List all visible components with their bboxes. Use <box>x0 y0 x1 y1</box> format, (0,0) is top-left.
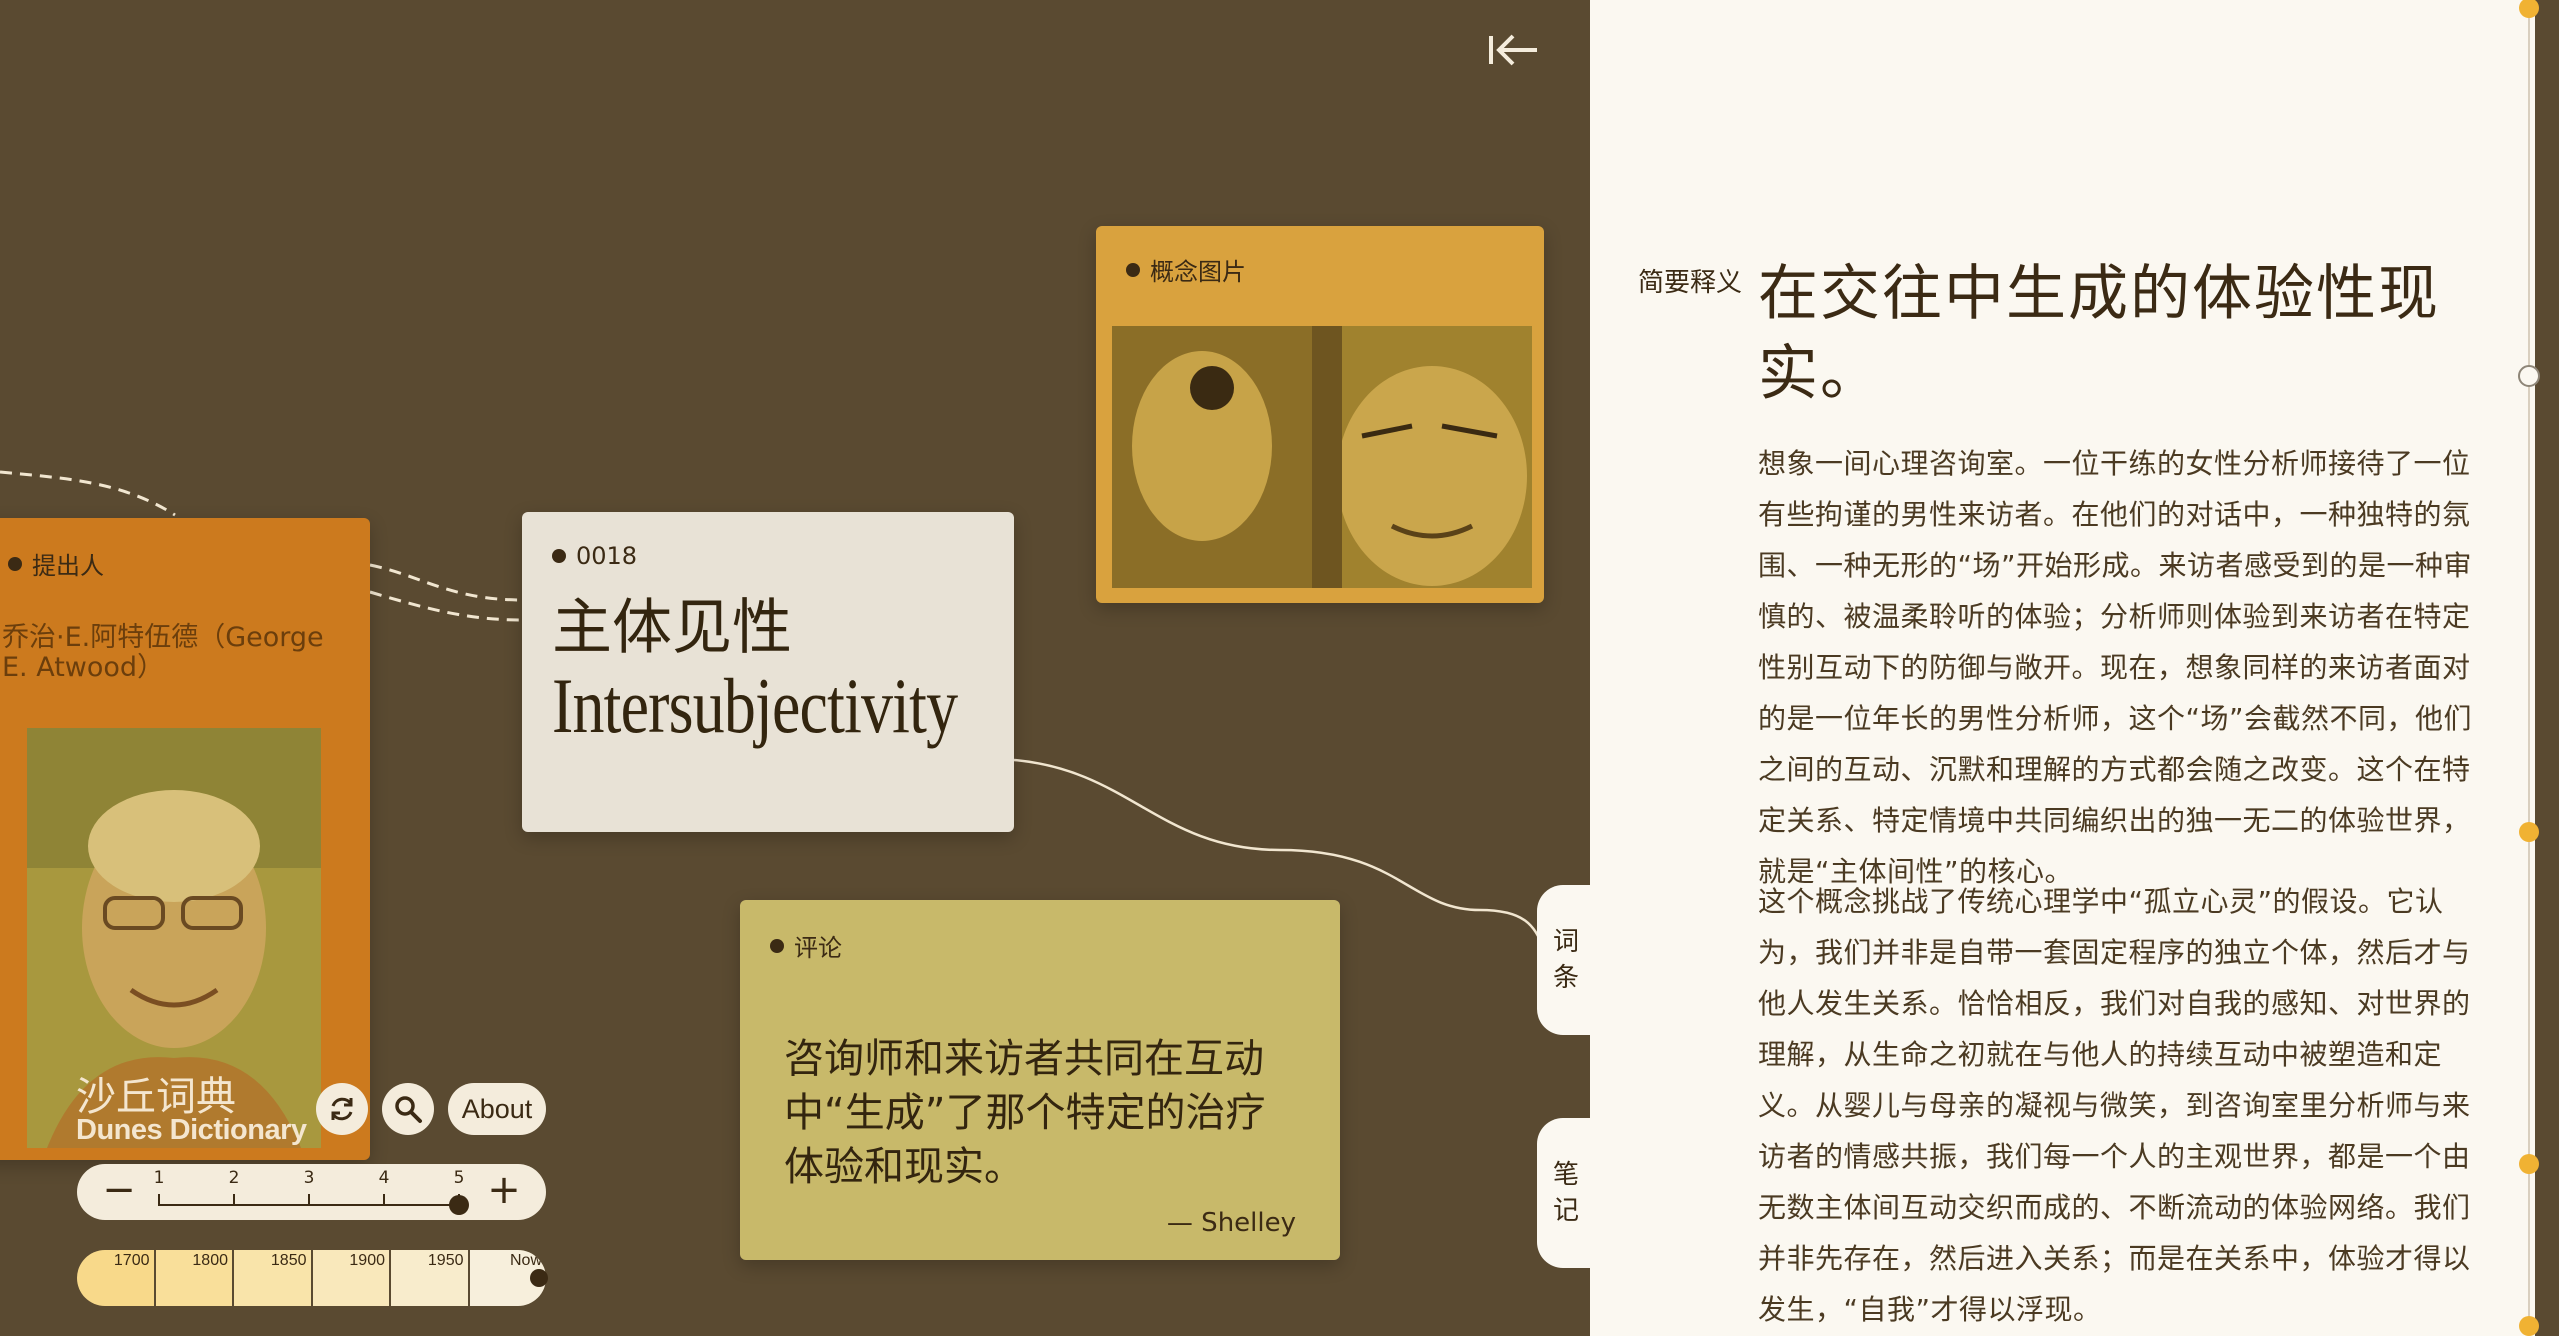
scroll-rail[interactable] <box>2528 0 2530 1336</box>
rail-marker[interactable] <box>2519 1154 2539 1174</box>
comment-author: — Shelley <box>1166 1208 1296 1238</box>
timeline-era-label: 1950 <box>427 1252 464 1269</box>
bullet-dot-icon <box>1126 262 1140 277</box>
card-tag-label: 概念图片 <box>1150 258 1246 286</box>
collapse-arrow-icon <box>1489 34 1537 66</box>
zoom-tick-label: 2 <box>228 1168 240 1188</box>
zoom-track[interactable]: 1 2 3 4 5 <box>154 1168 469 1215</box>
link-line-2 <box>369 563 523 602</box>
zoom-tick-label: 3 <box>303 1168 315 1188</box>
collapse-panel-button[interactable] <box>1485 28 1545 72</box>
timeline-era[interactable]: 1700 <box>77 1250 156 1306</box>
tab-entry[interactable]: 词 条 <box>1537 885 1590 1035</box>
card-tag: 概念图片 <box>1126 252 1246 287</box>
term-title-en: Intersubjectivity <box>552 662 958 749</box>
comment-text: 咨询师和来访者共同在互动中“生成”了那个特定的治疗体验和现实。 <box>784 1036 1266 1190</box>
zoom-tick <box>233 1194 235 1206</box>
zoom-tick-label: 4 <box>378 1168 390 1188</box>
bullet-dot-icon <box>8 556 22 571</box>
comment-card[interactable]: 评论 咨询师和来访者共同在互动中“生成”了那个特定的治疗体验和现实。 — She… <box>740 900 1340 1260</box>
tab-notes-char-1: 笔 <box>1552 1160 1579 1190</box>
definition-paragraph: 想象一间心理咨询室。一位干练的女性分析师接待了一位有些拘谨的男性来访者。在他们的… <box>1758 447 2473 888</box>
link-line-3 <box>369 590 523 622</box>
definition-label: 简要释义 <box>1638 268 1743 298</box>
zoom-tick <box>383 1194 385 1206</box>
refresh-icon <box>331 1097 353 1121</box>
tab-entry-char-2: 条 <box>1552 963 1579 993</box>
timeline-era-label: 1700 <box>113 1252 150 1269</box>
zoom-tick-label: 5 <box>453 1168 465 1188</box>
timeline-handle[interactable] <box>530 1269 548 1287</box>
term-id: 0018 <box>576 542 638 570</box>
refresh-button[interactable] <box>316 1083 368 1135</box>
rail-marker[interactable] <box>2519 1316 2539 1336</box>
zoom-slider[interactable]: − 1 2 3 4 5 + <box>77 1164 546 1220</box>
search-icon <box>395 1096 422 1123</box>
timeline-era[interactable]: 1900 <box>312 1250 391 1306</box>
proposer-name: 乔治·E.阿特伍德（George E. Atwood） <box>2 622 324 683</box>
zoom-knob[interactable] <box>449 1195 469 1215</box>
card-tag-label: 评论 <box>794 934 842 962</box>
zoom-tick <box>308 1194 310 1206</box>
zoom-tick <box>158 1194 160 1206</box>
bullet-dot-icon <box>770 938 784 953</box>
concept-photo <box>1112 326 1532 588</box>
card-tag: 评论 <box>770 928 842 963</box>
timeline-era-label: 1800 <box>192 1252 228 1269</box>
about-button[interactable]: About <box>448 1083 546 1135</box>
definition-paragraph: 这个概念挑战了传统心理学中“孤立心灵”的假设。它认为，我们并非是自带一套固定程序… <box>1758 885 2471 1326</box>
timeline-filter[interactable]: 1700 1800 1850 1900 1950 Now <box>77 1250 546 1306</box>
card-tag-label: 提出人 <box>32 552 104 580</box>
card-tag: 提出人 <box>8 546 104 581</box>
timeline-era[interactable]: 1850 <box>234 1250 313 1306</box>
canvas[interactable]: 提出人 乔治·E.阿特伍德（George E. Atwood） 0018 主体见… <box>0 0 1590 1336</box>
zoom-out-button[interactable]: − <box>99 1170 139 1210</box>
rail-marker[interactable] <box>2519 822 2539 842</box>
rail-marker[interactable] <box>2519 0 2539 18</box>
tab-notes[interactable]: 笔 记 <box>1537 1118 1590 1268</box>
timeline-era-label: 1900 <box>349 1252 385 1269</box>
link-line-1 <box>0 470 176 517</box>
search-button[interactable] <box>382 1083 434 1135</box>
timeline-era-label: Now <box>509 1252 542 1269</box>
timeline-era[interactable]: 1950 <box>391 1250 470 1306</box>
tab-notes-char-2: 记 <box>1552 1196 1579 1226</box>
rail-current-marker[interactable] <box>2518 365 2540 387</box>
logo-title-en: Dunes Dictionary <box>76 1114 307 1146</box>
timeline-era-label: 1850 <box>270 1252 307 1269</box>
definition-title: 在交往中生成的体验性现实。 <box>1758 259 2440 409</box>
concept-image-card[interactable]: 概念图片 <box>1096 226 1544 603</box>
tab-entry-char-1: 词 <box>1552 927 1579 957</box>
definition-panel: 简要释义 在交往中生成的体验性现实。 想象一间心理咨询室。一位干练的女性分析师接… <box>1590 0 2535 1336</box>
term-title-zh: 主体见性 <box>552 593 792 663</box>
bullet-dot-icon <box>552 549 566 563</box>
term-card[interactable]: 0018 主体见性 Intersubjectivity <box>522 512 1014 832</box>
zoom-in-button[interactable]: + <box>484 1170 524 1210</box>
card-tag: 0018 <box>552 542 637 570</box>
zoom-tick-label: 1 <box>153 1168 165 1188</box>
timeline-era[interactable]: 1800 <box>155 1250 234 1306</box>
